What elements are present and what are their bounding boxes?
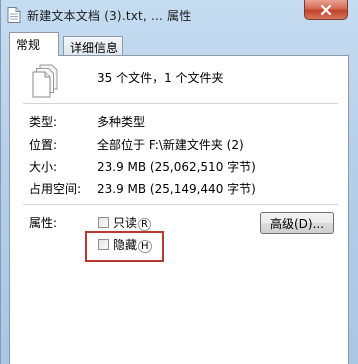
highlight-box — [85, 231, 164, 262]
type-value: 多种类型 — [97, 115, 146, 129]
separator — [23, 204, 338, 205]
attributes-label: 属性: — [29, 216, 58, 230]
location-label: 位置: — [29, 138, 58, 152]
type-label: 类型: — [29, 115, 58, 129]
size-on-disk-value: 23.9 MB (25,149,440 字节) — [97, 182, 256, 196]
size-on-disk-label: 占用空间: — [29, 182, 82, 196]
close-button[interactable] — [304, 0, 348, 20]
location-value: 全部位于 F:\新建文件夹 (2) — [97, 138, 244, 152]
readonly-checkbox[interactable] — [98, 217, 109, 228]
general-panel: 35 个文件，1 个文件夹 类型: 多种类型 位置: 全部位于 F:\新建文件夹… — [9, 55, 349, 364]
tab-details[interactable]: 详细信息 — [63, 36, 123, 56]
close-icon — [320, 4, 332, 15]
selection-summary: 35 个文件，1 个文件夹 — [97, 71, 224, 85]
title-bar[interactable]: 新建文本文档 (3).txt, ... 属性 — [1, 0, 358, 30]
multiple-files-icon — [32, 64, 58, 98]
separator — [23, 103, 338, 104]
size-value: 23.9 MB (25,062,510 字节) — [97, 160, 256, 174]
size-label: 大小: — [29, 160, 58, 174]
tab-general[interactable]: 常规 — [9, 32, 59, 56]
properties-dialog: 新建文本文档 (3).txt, ... 属性 常规 详细信息 35 个文件，1 … — [0, 0, 358, 364]
window-title: 新建文本文档 (3).txt, ... 属性 — [27, 9, 192, 23]
readonly-label[interactable]: 只读 R — [113, 214, 151, 231]
document-icon — [7, 7, 21, 23]
advanced-button[interactable]: 高级(D)... — [260, 212, 334, 234]
